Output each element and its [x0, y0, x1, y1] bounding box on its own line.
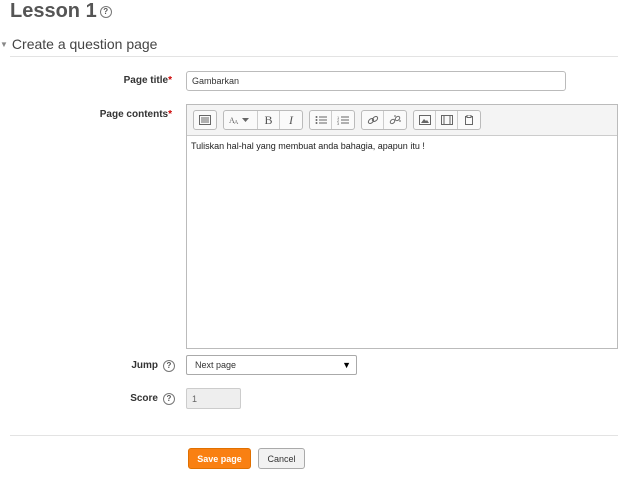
- font-size-icon[interactable]: AA: [224, 111, 258, 129]
- page-title-value: Gambarkan: [192, 76, 240, 86]
- unlink-icon[interactable]: [384, 111, 406, 129]
- jump-value: Next page: [195, 360, 237, 370]
- italic-icon[interactable]: I: [280, 111, 302, 129]
- jump-label: Jump: [131, 360, 158, 371]
- bullet-list-icon[interactable]: [310, 111, 332, 129]
- score-label: Score: [130, 393, 158, 404]
- help-icon[interactable]: ?: [163, 360, 175, 372]
- required-marker: *: [168, 75, 172, 86]
- svg-text:A: A: [234, 120, 239, 125]
- editor-content[interactable]: Tuliskan hal-hal yang membuat anda bahag…: [187, 136, 617, 156]
- page-title-text: Lesson 1: [10, 0, 97, 22]
- dropdown-arrow-icon: ▼: [342, 360, 351, 370]
- collapse-triangle-icon[interactable]: ▼: [0, 40, 8, 49]
- score-value: 1: [192, 393, 198, 404]
- score-input[interactable]: 1: [186, 388, 241, 409]
- page-title-input[interactable]: Gambarkan: [186, 71, 566, 91]
- link-icon[interactable]: [362, 111, 384, 129]
- svg-text:3: 3: [337, 121, 340, 125]
- page-title-label: Page title*: [123, 75, 172, 86]
- bold-icon[interactable]: B: [258, 111, 280, 129]
- divider: [10, 56, 618, 57]
- rich-text-editor[interactable]: AA B I 123 Tuliskan hal-hal yang membuat…: [186, 104, 618, 349]
- editor-toolbar: AA B I 123: [187, 105, 617, 136]
- section-header[interactable]: ▼ Create a question page: [0, 36, 157, 52]
- image-icon[interactable]: [414, 111, 436, 129]
- show-more-icon[interactable]: [194, 111, 216, 129]
- cancel-button[interactable]: Cancel: [258, 448, 305, 469]
- media-icon[interactable]: [436, 111, 458, 129]
- required-marker: *: [168, 109, 172, 120]
- page-contents-label: Page contents*: [99, 109, 172, 120]
- jump-select[interactable]: Next page ▼: [186, 355, 357, 375]
- help-icon[interactable]: ?: [163, 393, 175, 405]
- numbered-list-icon[interactable]: 123: [332, 111, 354, 129]
- file-manager-icon[interactable]: [458, 111, 480, 129]
- save-page-button[interactable]: Save page: [188, 448, 251, 469]
- help-icon[interactable]: ?: [99, 5, 112, 18]
- section-title: Create a question page: [11, 36, 158, 52]
- page-title: Lesson 1 ?: [10, 0, 112, 23]
- divider: [10, 435, 618, 436]
